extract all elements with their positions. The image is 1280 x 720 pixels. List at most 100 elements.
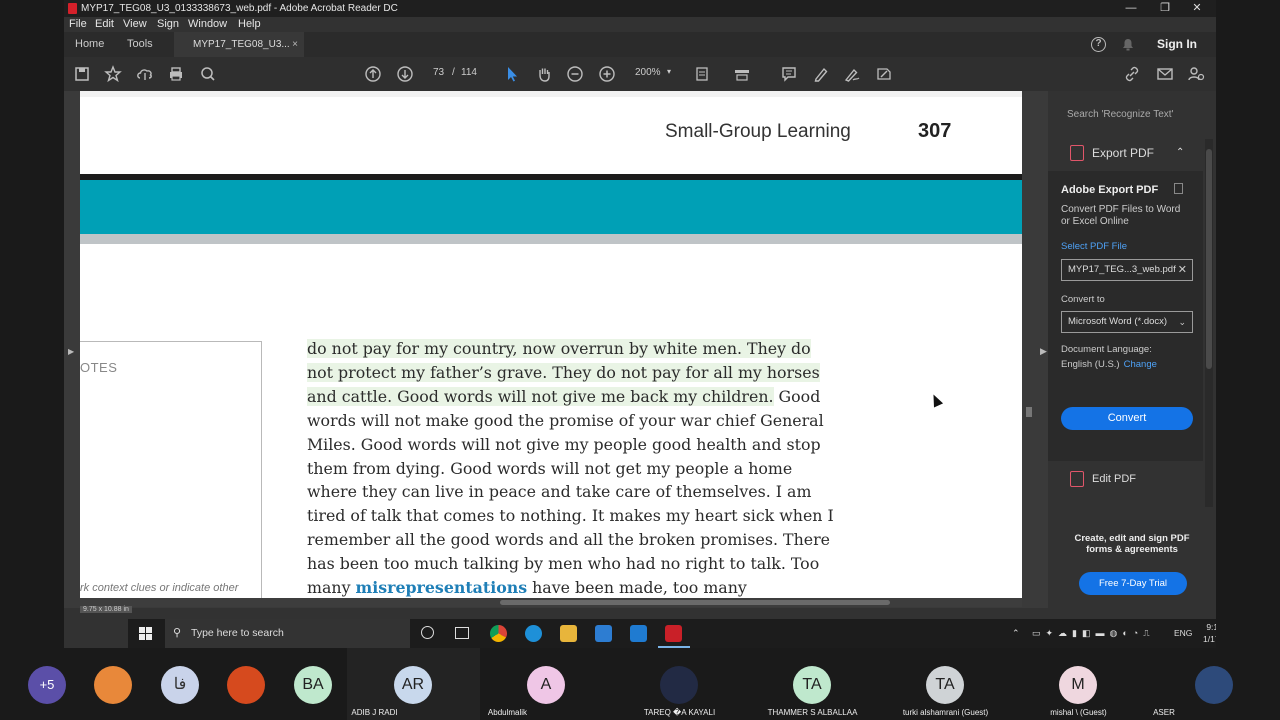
participant-tile[interactable]: TAREQ �A KAYALI <box>613 648 746 720</box>
notes-sidebar-box <box>80 341 262 606</box>
edge-icon[interactable] <box>525 625 542 642</box>
participant-name: turki alshamrani (Guest) <box>902 708 989 717</box>
minimize-button[interactable]: — <box>1114 0 1148 17</box>
tab-close-icon[interactable]: × <box>292 32 298 57</box>
upload-cloud-icon[interactable] <box>135 64 155 84</box>
help-icon[interactable]: ? <box>1091 37 1106 52</box>
next-page-icon[interactable] <box>395 64 415 84</box>
taskbar-search-input[interactable]: ⚲ Type here to search <box>165 619 410 648</box>
comment-icon[interactable] <box>779 64 799 84</box>
menu-edit[interactable]: Edit <box>95 17 114 32</box>
participant-tile[interactable]: ASER <box>1145 648 1280 720</box>
horizontal-scroll-thumb[interactable] <box>500 600 890 605</box>
edit-pdf-tool[interactable]: Edit PDF <box>1048 465 1203 493</box>
convert-button[interactable]: Convert <box>1061 407 1193 430</box>
participant-tile[interactable]: TA THAMMER S ALBALLAA <box>746 648 879 720</box>
document-language-value: English (U.S.) <box>1061 359 1120 370</box>
windows-taskbar: ⚲ Type here to search ⌃ ▭✦☁▮◧▬◍◐◔⎍ ENG 9… <box>128 619 1216 648</box>
current-page-input[interactable]: 73 <box>433 67 444 78</box>
menu-window[interactable]: Window <box>188 17 227 32</box>
save-icon[interactable] <box>72 64 92 84</box>
menu-help[interactable]: Help <box>238 17 261 32</box>
system-tray-icons[interactable]: ▭✦☁▮◧▬◍◐◔⎍ <box>1032 619 1155 648</box>
promo-section: Create, edit and sign PDF forms & agreem… <box>1048 519 1216 608</box>
close-window-button[interactable]: ✕ <box>1180 0 1214 17</box>
maximize-button[interactable]: ❐ <box>1148 0 1182 17</box>
windows-start-icon[interactable] <box>139 627 152 640</box>
tools-pane-scroll-thumb[interactable] <box>1206 149 1212 369</box>
highlight-pen-icon[interactable] <box>811 64 831 84</box>
selected-file-field[interactable]: MYP17_TEG...3_web.pdf ✕ <box>1061 259 1193 281</box>
participant-tile[interactable] <box>227 648 265 720</box>
chevron-down-icon: ⌄ <box>1178 317 1186 327</box>
task-view-icon[interactable] <box>455 627 469 639</box>
store-icon[interactable] <box>595 625 612 642</box>
document-viewport[interactable]: Small-Group Learning 307 OTES rk context… <box>64 91 1048 613</box>
chevron-up-icon[interactable]: ⌃ <box>1176 139 1184 167</box>
tab-document[interactable]: MYP17_TEG08_U3... × <box>174 32 304 57</box>
share-link-icon[interactable] <box>1122 64 1142 84</box>
menu-view[interactable]: View <box>123 17 147 32</box>
previous-page-icon[interactable] <box>363 64 383 84</box>
bookmark-star-icon[interactable] <box>103 64 123 84</box>
change-language-link[interactable]: Change <box>1124 359 1157 370</box>
share-people-icon[interactable] <box>1186 64 1206 84</box>
pdf-page: Small-Group Learning 307 OTES rk context… <box>80 91 1022 606</box>
zoom-out-icon[interactable] <box>565 64 585 84</box>
select-pdf-file-link[interactable]: Select PDF File <box>1061 241 1127 252</box>
vocabulary-word[interactable]: misrepresentations <box>356 578 528 597</box>
participant-tile[interactable]: AR ADIB J RADI <box>347 648 480 720</box>
remove-file-icon[interactable]: ✕ <box>1178 260 1187 280</box>
hand-tool-icon[interactable] <box>534 64 554 84</box>
cortana-icon[interactable] <box>421 626 434 639</box>
file-explorer-icon[interactable] <box>560 625 577 642</box>
participant-tile[interactable] <box>94 648 132 720</box>
tab-home[interactable]: Home <box>75 32 104 57</box>
zoom-search-icon[interactable] <box>198 64 218 84</box>
input-language[interactable]: ENG <box>1174 619 1192 648</box>
participant-tile[interactable]: A Abdulmalik <box>480 648 613 720</box>
document-vertical-scrollbar[interactable] <box>1022 91 1036 608</box>
export-pdf-header[interactable]: Export PDF ⌃ <box>1048 139 1203 167</box>
print-icon[interactable] <box>166 64 186 84</box>
tools-pane-scrollbar[interactable] <box>1205 139 1213 507</box>
email-icon[interactable] <box>1155 64 1175 84</box>
edit-pdf-label: Edit PDF <box>1092 473 1137 485</box>
sign-pen-icon[interactable] <box>842 64 862 84</box>
right-pane-collapse-icon[interactable]: ▶ <box>1040 346 1047 357</box>
page-layout-icon[interactable] <box>693 64 713 84</box>
zoom-in-icon[interactable] <box>597 64 617 84</box>
mail-icon[interactable] <box>630 625 647 642</box>
notification-bell-icon[interactable] <box>1122 38 1134 51</box>
taskbar-search-placeholder: Type here to search <box>191 627 284 639</box>
copy-icon[interactable] <box>1174 183 1183 194</box>
scroll-mode-icon[interactable] <box>732 64 752 84</box>
acrobat-taskbar-icon[interactable] <box>665 625 682 642</box>
format-select[interactable]: Microsoft Word (*.docx) ⌄ <box>1061 311 1193 333</box>
participant-tile[interactable]: TA turki alshamrani (Guest) <box>879 648 1012 720</box>
participant-tile[interactable]: BA <box>294 648 332 720</box>
participant-avatar <box>1195 666 1233 704</box>
zoom-level-dropdown[interactable]: 200% <box>635 67 661 78</box>
left-panel-expand-icon[interactable]: ▶ <box>68 347 74 356</box>
participant-tile[interactable]: +5 <box>0 648 94 720</box>
sign-in-button[interactable]: Sign In <box>1157 32 1197 57</box>
menu-file[interactable]: File <box>69 17 87 32</box>
participant-tile[interactable]: M mishal \ (Guest) <box>1012 648 1145 720</box>
tab-tools[interactable]: Tools <box>127 32 153 57</box>
select-cursor-icon[interactable] <box>502 64 522 84</box>
participant-avatar: M <box>1059 666 1097 704</box>
document-horizontal-scrollbar[interactable] <box>80 598 1022 607</box>
zoom-chevron-down-icon[interactable]: ▾ <box>667 67 671 76</box>
body-paragraph[interactable]: do not pay for my country, now overrun b… <box>307 337 837 600</box>
menu-sign[interactable]: Sign <box>157 17 179 32</box>
clock[interactable]: 9:19 AM 1/17/2021 <box>1203 621 1216 645</box>
vertical-scroll-thumb[interactable] <box>1026 407 1032 417</box>
chrome-icon[interactable] <box>490 625 507 642</box>
export-pdf-icon <box>1070 145 1084 161</box>
free-trial-button[interactable]: Free 7-Day Trial <box>1079 572 1187 595</box>
participant-tile[interactable]: فا <box>161 648 199 720</box>
search-tools-input[interactable]: Search 'Recognize Text' <box>1060 101 1200 129</box>
tray-overflow-icon[interactable]: ⌃ <box>1012 619 1020 648</box>
fill-sign-icon[interactable] <box>874 64 894 84</box>
